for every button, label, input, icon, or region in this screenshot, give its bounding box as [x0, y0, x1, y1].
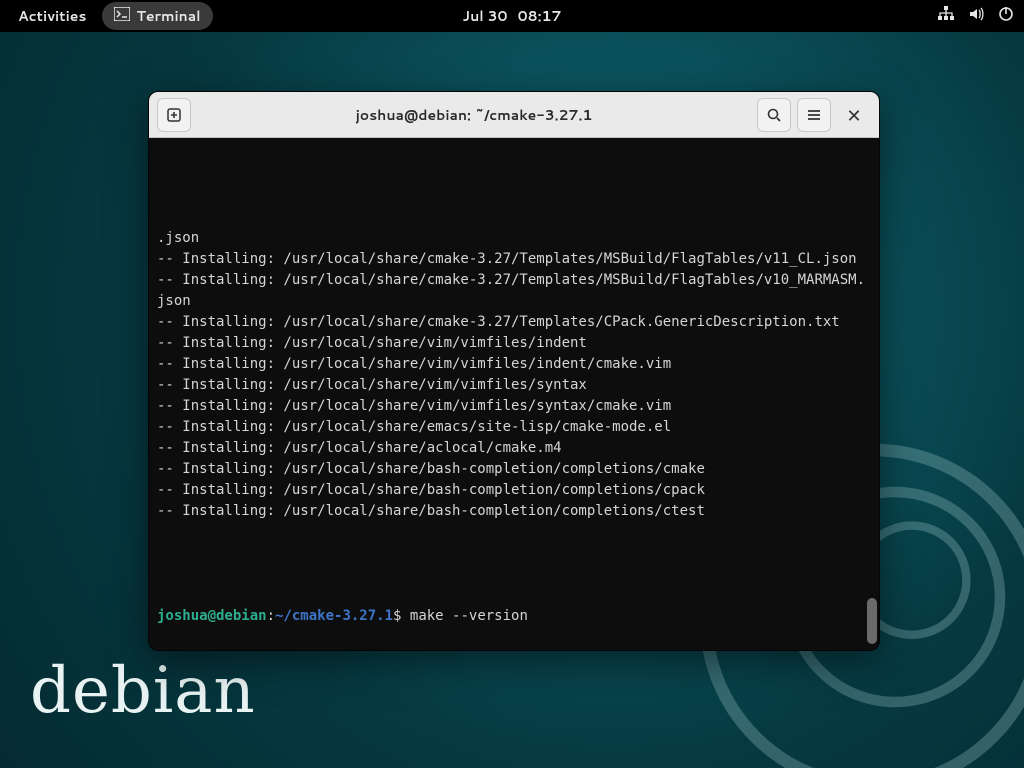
terminal-output-line: -- Installing: /usr/local/share/cmake-3.… — [157, 312, 873, 333]
hamburger-menu-button[interactable] — [797, 98, 831, 132]
scrollbar-thumb[interactable] — [867, 598, 877, 644]
volume-icon[interactable] — [968, 6, 984, 27]
terminal-output-line: -- Installing: /usr/local/share/cmake-3.… — [157, 249, 873, 270]
clock[interactable]: Jul 30 08:17 — [463, 6, 562, 26]
new-tab-button[interactable] — [157, 98, 191, 132]
terminal-output-line: -- Installing: /usr/local/share/emacs/si… — [157, 417, 873, 438]
window-title: joshua@debian: ~/cmake-3.27.1 — [197, 105, 751, 125]
close-icon: ✕ — [846, 102, 861, 128]
terminal-output-line: -- Installing: /usr/local/share/aclocal/… — [157, 438, 873, 459]
terminal-output-line: -- Installing: /usr/local/share/bash-com… — [157, 480, 873, 501]
terminal-output-line: -- Installing: /usr/local/share/vim/vimf… — [157, 354, 873, 375]
current-app-label: Terminal — [136, 6, 200, 26]
prompt-line-1: joshua@debian:~/cmake-3.27.1$ make --ver… — [157, 606, 873, 627]
terminal-output-line: -- Installing: /usr/local/share/bash-com… — [157, 459, 873, 480]
terminal-content[interactable]: .json-- Installing: /usr/local/share/cma… — [149, 138, 879, 650]
terminal-icon — [114, 6, 130, 26]
terminal-output-line: -- Installing: /usr/local/share/vim/vimf… — [157, 396, 873, 417]
terminal-output-line: -- Installing: /usr/local/share/vim/vimf… — [157, 333, 873, 354]
terminal-window: joshua@debian: ~/cmake-3.27.1 ✕ .json-- … — [148, 91, 880, 651]
gnome-topbar: Activities Terminal Jul 30 08:17 — [0, 0, 1024, 32]
clock-date: Jul 30 — [463, 6, 508, 26]
terminal-output-line: -- Installing: /usr/local/share/cmake-3.… — [157, 270, 873, 312]
titlebar[interactable]: joshua@debian: ~/cmake-3.27.1 ✕ — [149, 92, 879, 138]
network-icon[interactable] — [938, 6, 954, 27]
search-button[interactable] — [757, 98, 791, 132]
activities-button[interactable]: Activities — [10, 2, 94, 30]
terminal-output-line: .json — [157, 228, 873, 249]
terminal-output-line: -- Installing: /usr/local/share/vim/vimf… — [157, 375, 873, 396]
close-button[interactable]: ✕ — [837, 98, 871, 132]
current-app-pill[interactable]: Terminal — [102, 2, 212, 30]
terminal-output-line: -- Installing: /usr/local/share/bash-com… — [157, 501, 873, 522]
clock-time: 08:17 — [518, 6, 562, 26]
wallpaper-wordmark: debian — [30, 654, 256, 728]
power-icon[interactable] — [998, 6, 1014, 27]
